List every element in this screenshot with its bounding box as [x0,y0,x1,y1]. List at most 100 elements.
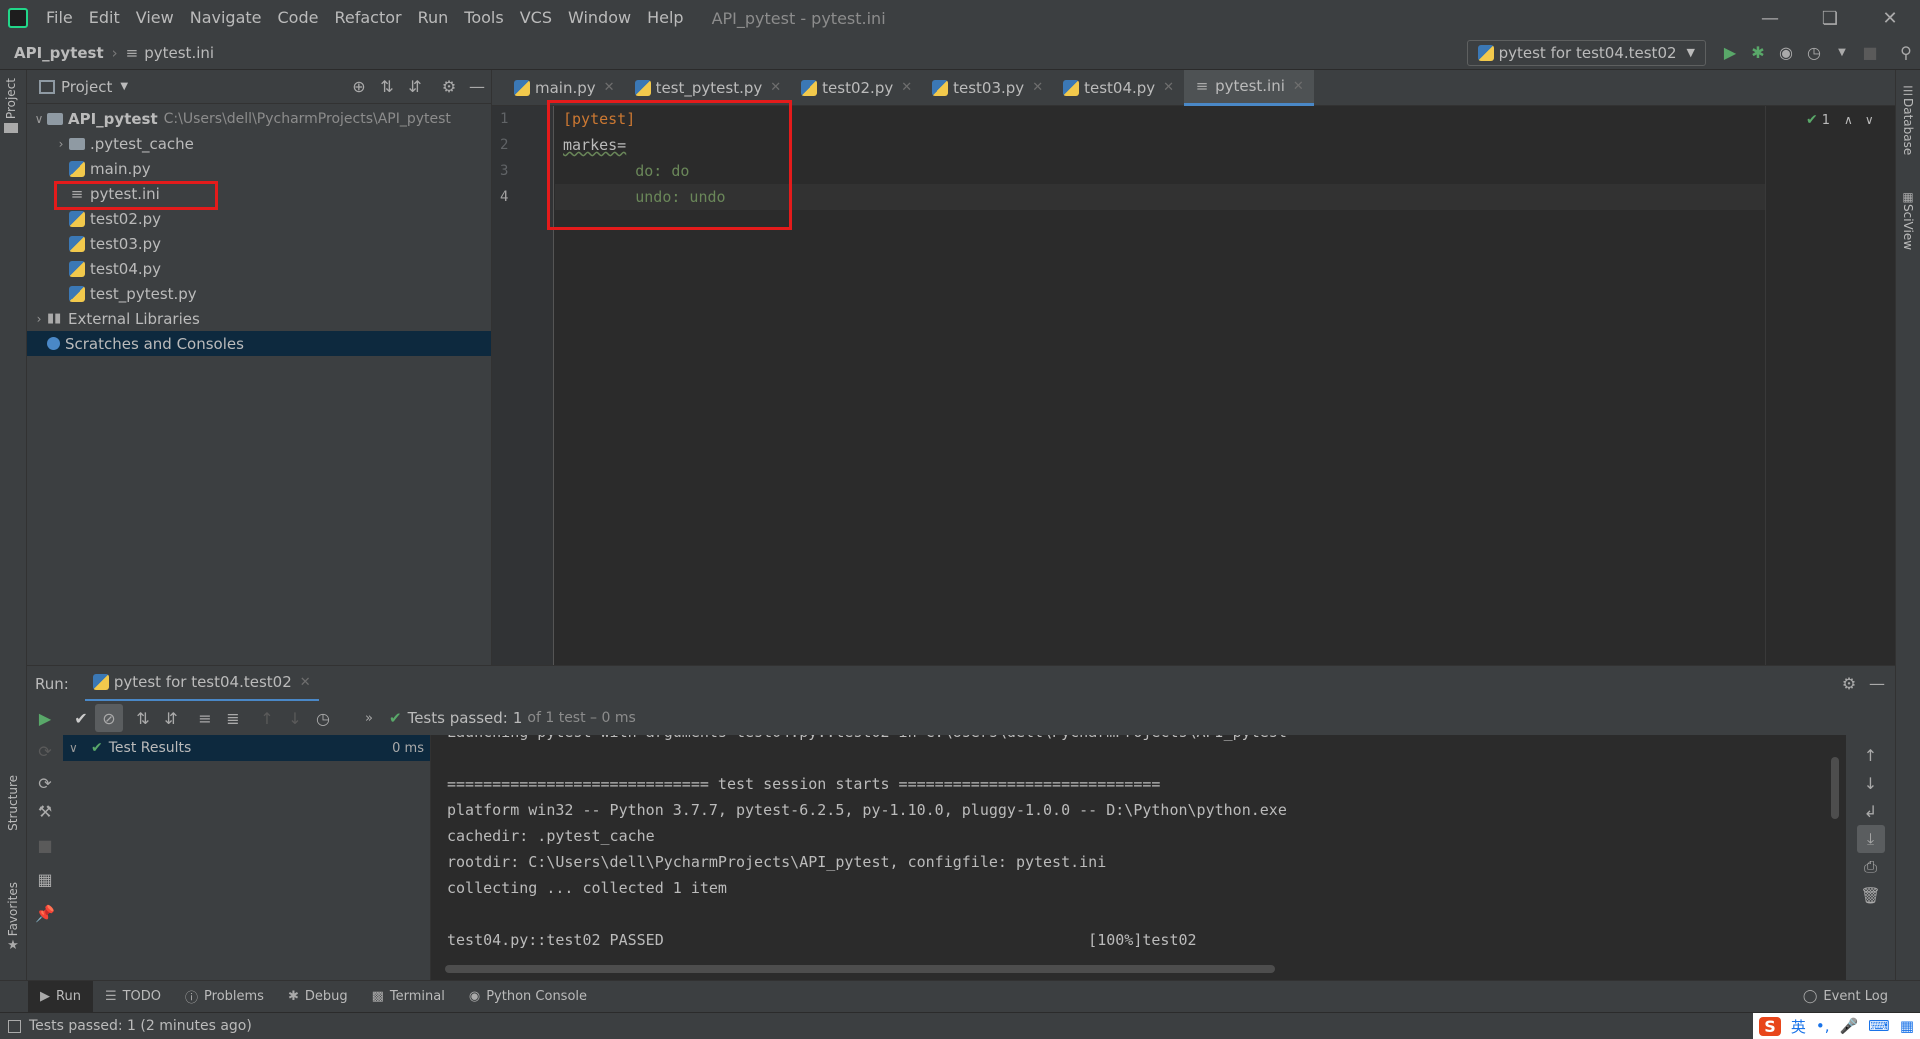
menu-view[interactable]: View [128,0,182,36]
tab-test04-py[interactable]: test04.py ✕ [1053,70,1184,106]
close-tab-icon[interactable]: ✕ [770,80,781,95]
close-tab-icon[interactable]: ✕ [901,80,912,95]
search-everywhere-icon[interactable]: ⚲ [1892,39,1920,67]
trash-icon[interactable]: 🗑 [1857,881,1885,909]
layout-icon[interactable]: ▦ [31,865,59,893]
tree-item-external-libraries[interactable]: › ▮▮ External Libraries [27,306,491,331]
test-results-root[interactable]: ∨ ✔ Test Results 0 ms [63,735,430,761]
breadcrumb-file[interactable]: pytest.ini [144,44,214,62]
tab-terminal[interactable]: ▩ Terminal [360,981,457,1013]
print-icon[interactable]: ⎙ [1857,853,1885,881]
expand-all-icon[interactable]: ≡ [191,704,219,732]
run-config-selector[interactable]: pytest for test04.test02 ▼ [1466,39,1706,66]
menu-vcs[interactable]: VCS [512,0,560,36]
tab-pytest-ini[interactable]: ≡ pytest.ini ✕ [1184,69,1314,106]
hide-panel-icon[interactable]: — [1863,670,1891,698]
next-failed-icon[interactable]: ↓ [281,704,309,732]
locate-icon[interactable]: ⊕ [345,73,373,101]
chevron-down-icon[interactable]: ∨ [1865,113,1874,127]
tab-debug[interactable]: ✱ Debug [276,981,360,1013]
close-tab-icon[interactable]: ✕ [604,80,615,95]
gear-icon[interactable]: ⚙ [1835,670,1863,698]
code-editor[interactable]: [pytest] markes= do: do undo: undo [547,100,1765,665]
menu-help[interactable]: Help [639,0,691,36]
chevron-right-icon[interactable]: › [53,137,69,151]
tab-problems[interactable]: ⓘ Problems [173,981,276,1013]
debug-icon[interactable]: ✱ [1744,39,1772,67]
menu-tools[interactable]: Tools [456,0,511,36]
chevron-up-icon[interactable]: ∧ [1844,113,1853,127]
gear-icon[interactable]: ⚙ [435,73,463,101]
soft-wrap-icon[interactable]: ↲ [1857,797,1885,825]
scroll-up-icon[interactable]: ↑ [1857,741,1885,769]
sciview-tool-button[interactable]: ▦ SciView [1901,190,1915,250]
tree-root-project[interactable]: ∨ API_pytest C:\Users\dell\PycharmProjec… [27,106,491,131]
show-passed-icon[interactable]: ✔ [67,704,95,732]
menu-code[interactable]: Code [270,0,327,36]
close-tab-icon[interactable]: ✕ [1293,79,1304,94]
rerun-failed-icon[interactable]: ⟳ [31,737,59,765]
profile-icon[interactable]: ◷ [1800,39,1828,67]
inspection-widget[interactable]: ✔ 1 ∧ ∨ [1806,112,1874,128]
close-tab-icon[interactable]: ✕ [1032,80,1043,95]
close-tab-icon[interactable]: ✕ [300,675,311,690]
horizontal-scrollbar[interactable] [445,965,1275,973]
menu-edit[interactable]: Edit [81,0,128,36]
tab-python-console[interactable]: ◉ Python Console [457,981,599,1013]
rerun-icon[interactable]: ▶ [31,704,59,732]
tree-item-main-py[interactable]: main.py [27,156,491,181]
close-tab-icon[interactable]: ✕ [1163,80,1174,95]
ime-toolbar[interactable]: S 英 •, 🎤 ⌨ ▦ [1753,1012,1920,1039]
expand-all-icon[interactable]: ⇅ [373,73,401,101]
more-icon[interactable]: » [355,704,383,732]
scroll-down-icon[interactable]: ↓ [1857,769,1885,797]
tree-item-test04-py[interactable]: test04.py [27,256,491,281]
tree-item-test03-py[interactable]: test03.py [27,231,491,256]
close-window-button[interactable]: ✕ [1860,0,1920,36]
project-view-selector[interactable]: Project [61,78,112,96]
menu-run[interactable]: Run [410,0,457,36]
menu-file[interactable]: File [38,0,81,36]
breadcrumb-project[interactable]: API_pytest [14,44,104,62]
tab-run[interactable]: ▶ Run [28,980,93,1013]
previous-failed-icon[interactable]: ↑ [253,704,281,732]
stop-icon[interactable]: ■ [31,831,59,859]
toggle-auto-test-icon[interactable]: ⟳ [31,769,59,797]
favorites-tool-button[interactable]: Favorites ★ [6,882,20,953]
pin-icon[interactable]: 📌 [31,899,59,927]
vertical-scrollbar[interactable] [1831,757,1839,819]
tree-item-scratches[interactable]: Scratches and Consoles [27,331,491,356]
sort-by-duration-icon[interactable]: ⇵ [157,704,185,732]
minimize-button[interactable]: — [1740,0,1800,36]
status-toggle-icon[interactable] [8,1019,21,1033]
coverage-icon[interactable]: ◉ [1772,39,1800,67]
tab-test03-py[interactable]: test03.py ✕ [922,70,1053,106]
chevron-right-icon[interactable]: › [31,312,47,326]
run-icon[interactable]: ▶ [1716,39,1744,67]
hide-panel-icon[interactable]: — [463,73,491,101]
chevron-down-icon[interactable]: ▼ [120,81,128,92]
collapse-all-icon[interactable]: ≣ [219,704,247,732]
tab-test02-py[interactable]: test02.py ✕ [791,70,922,106]
menu-window[interactable]: Window [560,0,639,36]
run-tab[interactable]: pytest for test04.test02 ✕ [84,666,319,702]
wrench-icon[interactable]: ⚒ [31,797,59,825]
event-log-button[interactable]: ◯ Event Log [1791,981,1900,1013]
chevron-down-icon[interactable]: ∨ [69,741,85,755]
restore-button[interactable]: ❏ [1800,0,1860,36]
more-run-options-icon[interactable]: ▼ [1828,39,1856,67]
console-output[interactable]: Launching pytest with arguments test04.p… [431,735,1846,980]
tree-item-pytest-cache[interactable]: › .pytest_cache [27,131,491,156]
database-tool-button[interactable]: ☰ Database [1901,84,1915,155]
tab-todo[interactable]: ☰ TODO [93,981,173,1013]
menu-navigate[interactable]: Navigate [182,0,270,36]
tree-item-test-pytest-py[interactable]: test_pytest.py [27,281,491,306]
menu-refactor[interactable]: Refactor [326,0,409,36]
stop-icon[interactable]: ■ [1856,39,1884,67]
project-tool-button[interactable]: Project [4,78,18,134]
structure-tool-button[interactable]: Structure [6,775,20,835]
history-icon[interactable]: ◷ [309,704,337,732]
sort-alphabetically-icon[interactable]: ⇅ [129,704,157,732]
scroll-to-end-icon[interactable]: ⤓ [1856,825,1885,853]
collapse-all-icon[interactable]: ⇵ [401,73,429,101]
